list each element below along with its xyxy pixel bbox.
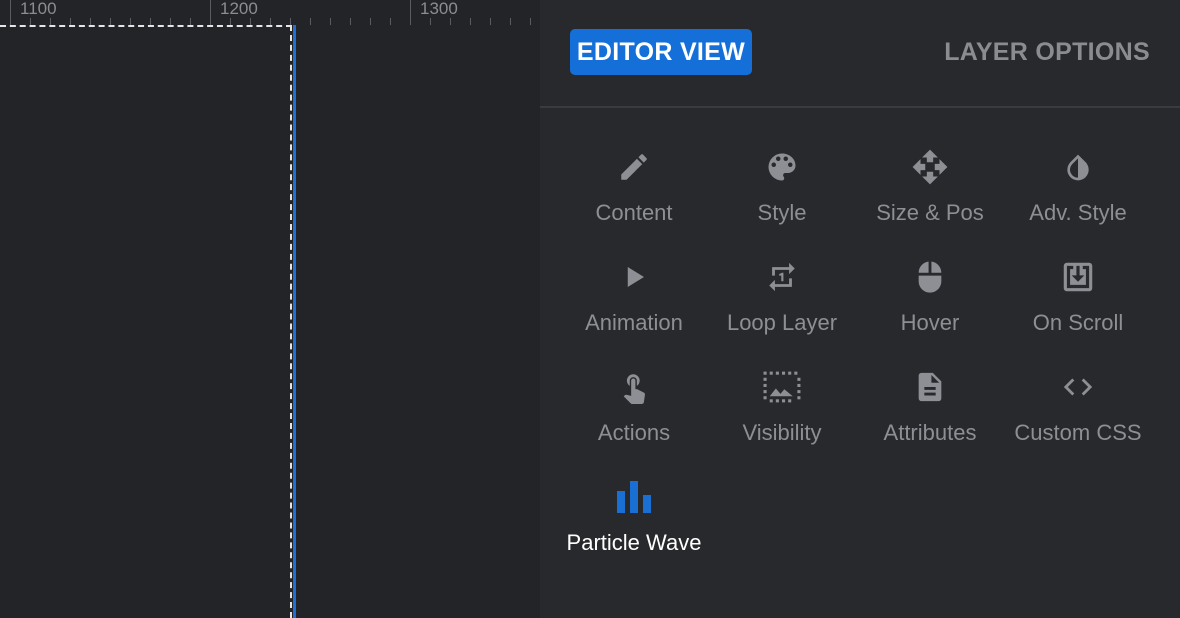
option-label: Content [595,200,673,225]
option-attributes[interactable]: Attributes [856,360,1004,470]
option-visibility[interactable]: Visibility [708,360,856,470]
option-particle-wave[interactable]: Particle Wave [560,470,708,580]
option-label: On Scroll [1032,310,1124,335]
ruler-minor-tick [430,18,431,25]
layer-selection-border-right [290,25,292,618]
ruler-minor-tick [110,18,111,25]
ruler-minor-tick [50,18,51,25]
option-label: Actions [597,420,671,445]
play-icon [560,260,708,294]
option-hover[interactable]: Hover [856,250,1004,360]
option-size-pos[interactable]: Size & Pos [856,140,1004,250]
ruler-minor-tick [170,18,171,25]
option-label: Animation [585,310,683,335]
ruler-major-tick [210,0,211,25]
ruler-major-tick [10,0,11,25]
ruler-label: 1200 [220,0,258,18]
ruler-minor-tick [90,18,91,25]
option-loop-layer[interactable]: Loop Layer [708,250,856,360]
layer-selection-border-top [0,25,292,27]
canvas-guide-line[interactable] [293,25,296,618]
option-label: Particle Wave [566,530,702,555]
option-style[interactable]: Style [708,140,856,250]
ruler-minor-tick [330,18,331,25]
option-label: Attributes [883,420,977,445]
ruler-minor-tick [530,18,531,25]
option-actions[interactable]: Actions [560,360,708,470]
ruler-label: 1100 [20,0,57,18]
option-label: Visibility [742,420,822,445]
layer-options-panel: EDITOR VIEW LAYER OPTIONS Content Style … [540,0,1180,618]
ruler-minor-tick [510,18,511,25]
ruler-minor-tick [490,18,491,25]
option-label: Custom CSS [1014,420,1142,445]
ruler-minor-tick [130,18,131,25]
download-box-icon [1004,260,1152,294]
ruler-minor-tick [230,18,231,25]
ruler-minor-tick [270,18,271,25]
panel-header: EDITOR VIEW LAYER OPTIONS [540,0,1180,108]
move-icon [856,149,1004,185]
ruler-minor-tick [350,18,351,25]
option-on-scroll[interactable]: On Scroll [1004,250,1152,360]
option-label: Size & Pos [876,200,984,225]
option-content[interactable]: Content [560,140,708,250]
option-label: Adv. Style [1029,200,1127,225]
ruler-minor-tick [290,18,291,25]
pencil-icon [560,150,708,184]
palette-icon [708,150,856,184]
tab-layer-options[interactable]: LAYER OPTIONS [944,29,1150,75]
ruler-label: 1300 [420,0,458,18]
editor-canvas[interactable] [0,25,540,618]
ruler-minor-tick [370,18,371,25]
contrast-icon [1004,150,1152,184]
ruler-minor-tick [30,18,31,25]
tab-editor-view[interactable]: EDITOR VIEW [570,29,752,75]
ruler-minor-tick [310,18,311,25]
ruler-minor-tick [390,18,391,25]
option-adv-style[interactable]: Adv. Style [1004,140,1152,250]
option-label: Loop Layer [726,310,838,335]
code-icon [1004,370,1152,404]
ruler-minor-tick [150,18,151,25]
option-label: Hover [900,310,960,335]
ruler-minor-tick [70,18,71,25]
horizontal-ruler: 1100 1200 1300 [0,0,540,25]
mouse-icon [856,260,1004,294]
option-custom-css[interactable]: Custom CSS [1004,360,1152,470]
ruler-minor-tick [190,18,191,25]
touch-icon [560,370,708,404]
ruler-minor-tick [250,18,251,25]
bar-chart-icon [560,480,708,514]
document-icon [856,370,1004,404]
ruler-minor-tick [470,18,471,25]
option-label: Style [757,200,807,225]
image-select-icon [708,370,856,404]
ruler-major-tick [410,0,411,25]
repeat-one-icon [708,260,856,294]
ruler-minor-tick [450,18,451,25]
option-animation[interactable]: Animation [560,250,708,360]
